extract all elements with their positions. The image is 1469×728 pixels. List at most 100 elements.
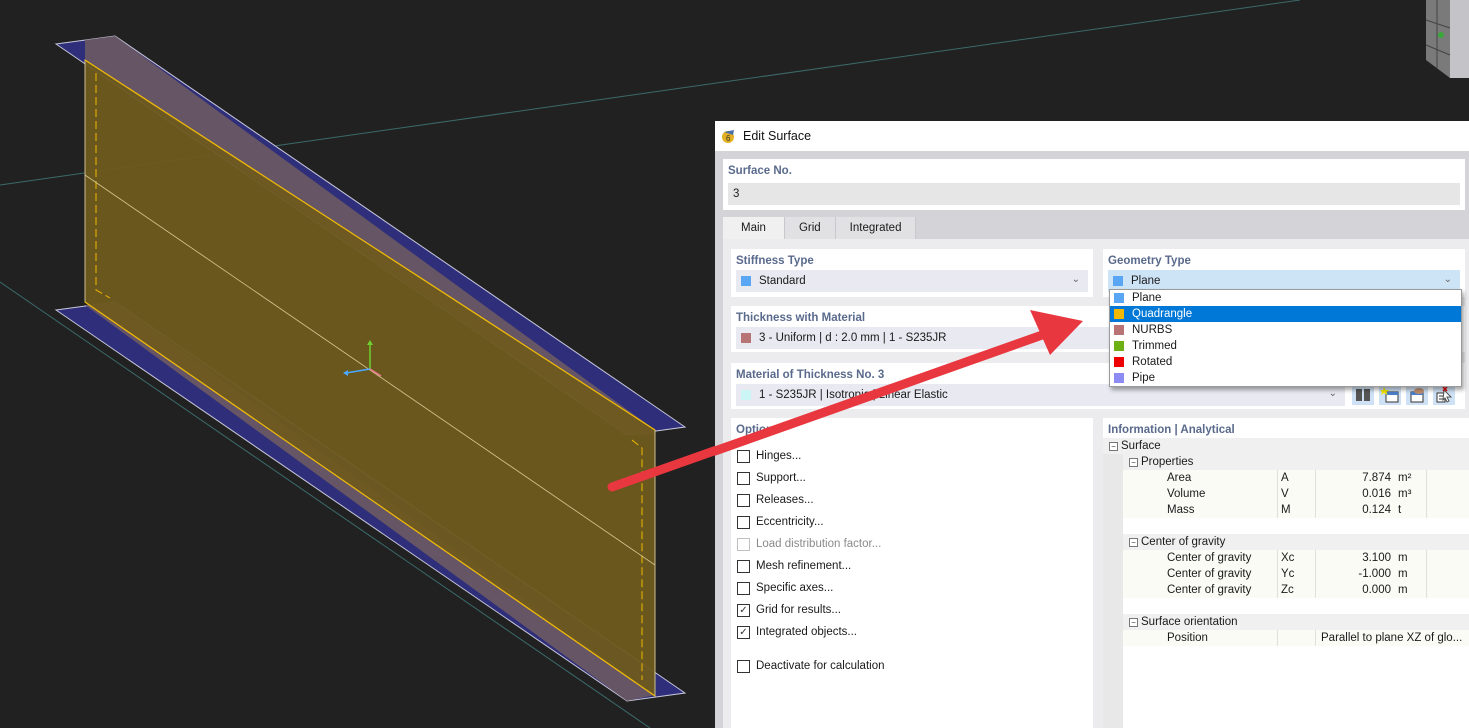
color-swatch bbox=[1114, 325, 1124, 335]
row-name: Center of gravity bbox=[1167, 584, 1252, 596]
thickness-label: Thickness with Material bbox=[736, 312, 866, 324]
color-swatch bbox=[1114, 293, 1124, 303]
tab-bar: Main Grid Integrated bbox=[723, 217, 917, 239]
option-label: Quadrangle bbox=[1132, 308, 1193, 320]
checkbox-specific-axes[interactable] bbox=[737, 581, 750, 595]
row-value: Parallel to plane XZ of glo... bbox=[1315, 630, 1462, 646]
material-library-button[interactable] bbox=[1352, 385, 1374, 405]
option-label: Load distribution factor... bbox=[756, 538, 882, 550]
row-symbol: Zc bbox=[1277, 582, 1315, 598]
option-label: Specific axes... bbox=[756, 582, 834, 594]
surface-no-value: 3 bbox=[733, 188, 740, 200]
tab-main[interactable]: Main bbox=[723, 217, 785, 239]
collapse-icon[interactable]: − bbox=[1129, 457, 1138, 467]
new-material-button[interactable] bbox=[1379, 385, 1401, 405]
option-specific-axes[interactable]: Specific axes... bbox=[737, 580, 833, 596]
stiffness-color-swatch bbox=[741, 276, 751, 286]
surface-no-label: Surface No. bbox=[728, 165, 792, 177]
checkbox-releases[interactable] bbox=[737, 493, 750, 507]
option-integrated-objects[interactable]: ✓ Integrated objects... bbox=[737, 624, 857, 640]
row-unit: m² bbox=[1395, 470, 1427, 486]
select-material-icon bbox=[1436, 387, 1453, 403]
thickness-value: 3 - Uniform | d : 2.0 mm | 1 - S235JR bbox=[759, 332, 947, 344]
color-swatch bbox=[1114, 373, 1124, 383]
checkbox-integrated-objects[interactable]: ✓ bbox=[737, 625, 750, 639]
option-label: Mesh refinement... bbox=[756, 560, 852, 572]
collapse-icon[interactable]: − bbox=[1109, 441, 1118, 451]
row-name: Center of gravity bbox=[1167, 552, 1252, 564]
option-mesh-refinement[interactable]: Mesh refinement... bbox=[737, 558, 851, 574]
row-value: 0.016 bbox=[1315, 486, 1395, 502]
tree-node-properties[interactable]: − Properties bbox=[1123, 454, 1469, 470]
option-label: Grid for results... bbox=[756, 604, 841, 616]
dropdown-option-pipe[interactable]: Pipe bbox=[1110, 370, 1461, 386]
tree-node-center-of-gravity[interactable]: − Center of gravity bbox=[1123, 534, 1469, 550]
option-label: Rotated bbox=[1132, 356, 1173, 368]
tab-grid[interactable]: Grid bbox=[784, 217, 836, 239]
row-unit: m³ bbox=[1395, 486, 1427, 502]
row-name: Center of gravity bbox=[1167, 568, 1252, 580]
tab-integrated[interactable]: Integrated bbox=[835, 217, 917, 239]
surface-no-field[interactable]: 3 bbox=[728, 183, 1460, 205]
checkbox-eccentricity[interactable] bbox=[737, 515, 750, 529]
new-material-icon bbox=[1381, 387, 1399, 403]
tree-row: Center of gravity Zc 0.000 m bbox=[1123, 582, 1469, 598]
option-deactivate[interactable]: Deactivate for calculation bbox=[737, 658, 884, 674]
checkbox-grid-for-results[interactable]: ✓ bbox=[737, 603, 750, 617]
option-grid-for-results[interactable]: ✓ Grid for results... bbox=[737, 602, 841, 618]
dialog-title: Edit Surface bbox=[743, 129, 812, 143]
tree-node-label: Properties bbox=[1141, 456, 1194, 468]
option-label: Deactivate for calculation bbox=[756, 660, 885, 672]
app-logo-icon: 6 bbox=[722, 130, 734, 143]
geometry-type-value: Plane bbox=[1131, 275, 1161, 287]
option-label: Releases... bbox=[756, 494, 814, 506]
tree-node-surface-orientation[interactable]: − Surface orientation bbox=[1123, 614, 1469, 630]
tree-row: Center of gravity Xc 3.100 m bbox=[1123, 550, 1469, 566]
view-cube-icon[interactable] bbox=[1425, 0, 1469, 78]
checkbox-support[interactable] bbox=[737, 471, 750, 485]
checkbox-mesh-refinement[interactable] bbox=[737, 559, 750, 573]
tree-row: Mass M 0.124 t bbox=[1123, 502, 1469, 518]
color-swatch bbox=[1114, 309, 1124, 319]
row-unit: m bbox=[1395, 582, 1427, 598]
option-support[interactable]: Support... bbox=[737, 470, 806, 486]
material-select[interactable]: 1 - S235JR | Isotropic | Linear Elastic … bbox=[736, 384, 1345, 406]
tree-row: Volume V 0.016 m³ bbox=[1123, 486, 1469, 502]
chevron-down-icon: ⌄ bbox=[1071, 274, 1080, 285]
option-label: Pipe bbox=[1132, 372, 1156, 384]
info-label: Information | Analytical bbox=[1108, 424, 1235, 436]
tree-node-surface[interactable]: − Surface bbox=[1103, 438, 1469, 454]
dropdown-option-quadrangle[interactable]: Quadrangle bbox=[1110, 306, 1461, 322]
tree-row: Position Parallel to plane XZ of glo... bbox=[1123, 630, 1469, 646]
edit-material-button[interactable] bbox=[1406, 385, 1428, 405]
checkbox-deactivate[interactable] bbox=[737, 659, 750, 673]
row-name: Mass bbox=[1167, 504, 1195, 516]
checkbox-load-distribution-factor bbox=[737, 537, 750, 551]
dropdown-option-trimmed[interactable]: Trimmed bbox=[1110, 338, 1461, 354]
collapse-icon[interactable]: − bbox=[1129, 537, 1138, 547]
checkbox-hinges[interactable] bbox=[737, 449, 750, 463]
dropdown-option-plane[interactable]: Plane bbox=[1110, 290, 1461, 306]
thickness-color-swatch bbox=[741, 333, 751, 343]
svg-text:6: 6 bbox=[726, 134, 731, 143]
collapse-icon[interactable]: − bbox=[1129, 617, 1138, 627]
stiffness-type-panel: Stiffness Type Standard ⌄ bbox=[731, 249, 1093, 297]
option-hinges[interactable]: Hinges... bbox=[737, 448, 801, 464]
dialog-titlebar[interactable]: 6 Edit Surface bbox=[715, 121, 1469, 151]
row-name: Position bbox=[1167, 632, 1208, 644]
option-eccentricity[interactable]: Eccentricity... bbox=[737, 514, 824, 530]
surface-no-panel: Surface No. 3 bbox=[723, 159, 1465, 210]
dropdown-option-rotated[interactable]: Rotated bbox=[1110, 354, 1461, 370]
dropdown-option-nurbs[interactable]: NURBS bbox=[1110, 322, 1461, 338]
edit-surface-dialog: 6 Edit Surface Surface No. 3 Main Grid I… bbox=[715, 121, 1469, 728]
tree-gutter bbox=[1103, 439, 1123, 728]
row-symbol: Xc bbox=[1277, 550, 1315, 566]
stiffness-type-label: Stiffness Type bbox=[736, 255, 814, 267]
stiffness-type-select[interactable]: Standard ⌄ bbox=[736, 270, 1088, 292]
option-label: Hinges... bbox=[756, 450, 802, 462]
option-releases[interactable]: Releases... bbox=[737, 492, 814, 508]
color-swatch bbox=[1114, 341, 1124, 351]
tab-grid-label: Grid bbox=[798, 222, 821, 234]
tree-row: Center of gravity Yc -1.000 m bbox=[1123, 566, 1469, 582]
select-material-button[interactable] bbox=[1433, 385, 1455, 405]
